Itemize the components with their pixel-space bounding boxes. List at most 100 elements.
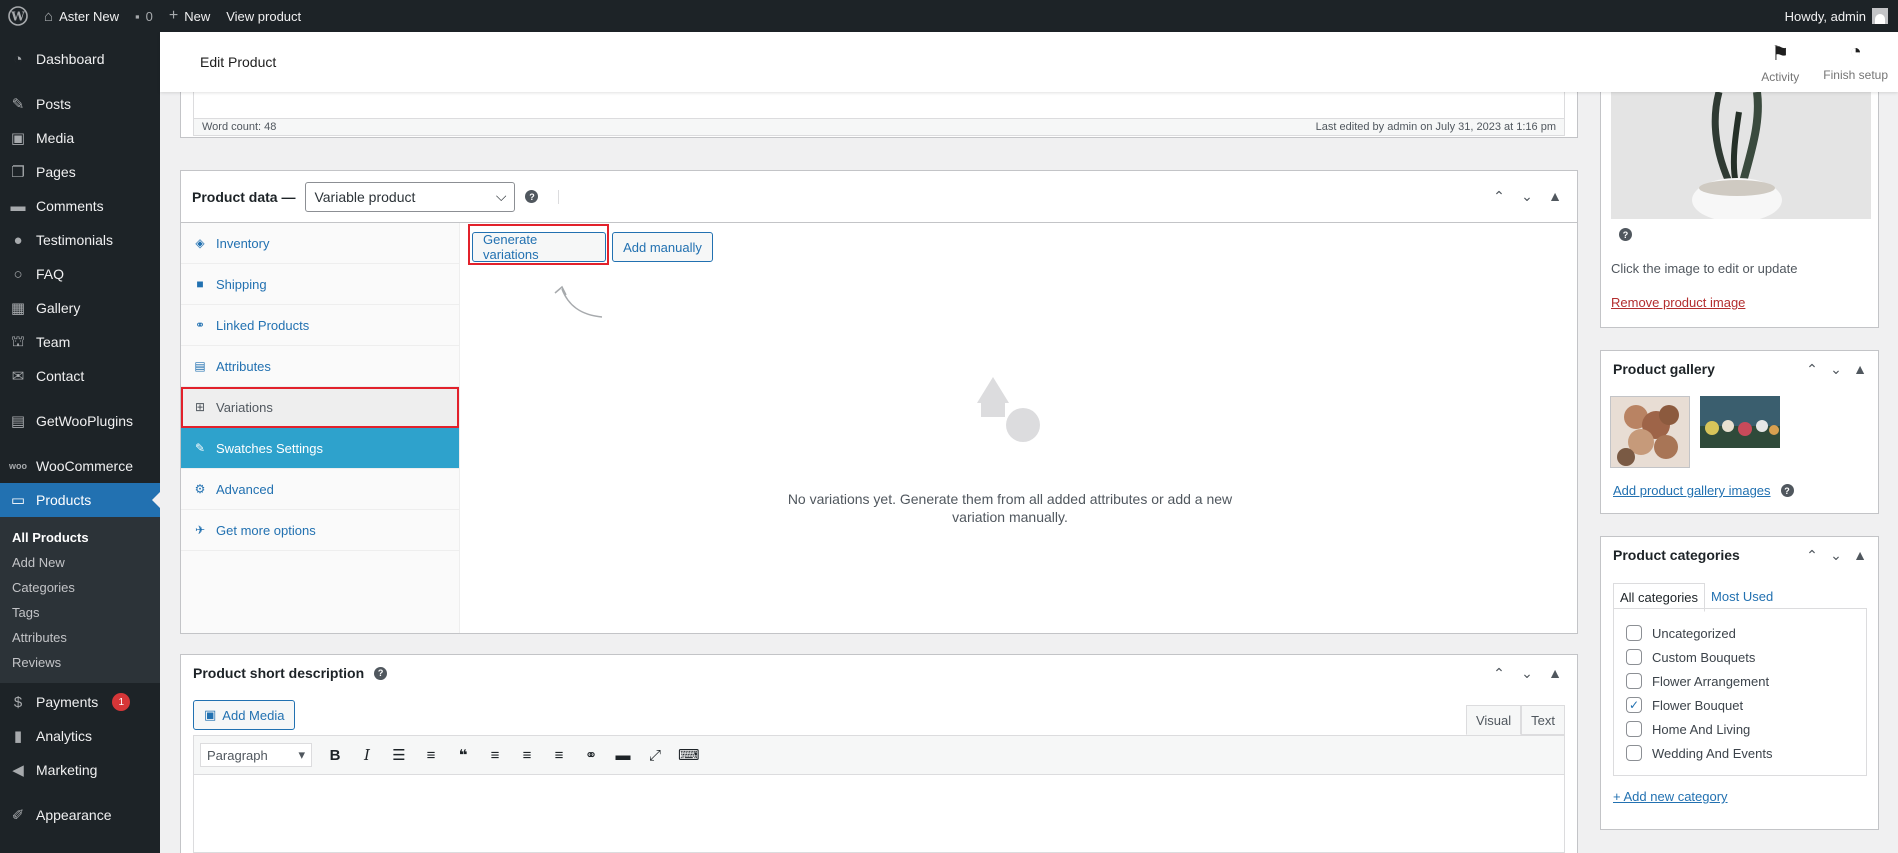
tab-shipping[interactable]: ■ Shipping (181, 264, 459, 305)
add-gallery-images-link[interactable]: Add product gallery images (1613, 483, 1771, 498)
tab-attributes[interactable]: ▤ Attributes (181, 346, 459, 387)
bold-icon[interactable]: B (326, 747, 344, 764)
account-menu[interactable]: Howdy, admin (1777, 0, 1898, 32)
menu-posts[interactable]: ✎ Posts (0, 87, 160, 121)
submenu-tags[interactable]: Tags (0, 600, 160, 625)
add-media-button[interactable]: ▣ Add Media (193, 700, 296, 730)
format-select[interactable]: Paragraph ▾ (200, 743, 312, 767)
checkbox[interactable] (1626, 673, 1642, 689)
menu-media[interactable]: ▣ Media (0, 121, 160, 155)
tab-inventory-label: Inventory (216, 235, 270, 251)
add-new-category-link[interactable]: + Add new category (1613, 789, 1728, 804)
menu-dashboard[interactable]: ◔ Dashboard (0, 42, 160, 76)
tab-variations[interactable]: ⊞ Variations (181, 387, 459, 428)
move-up-icon[interactable]: ⌃ (1802, 361, 1822, 378)
tab-visual[interactable]: Visual (1465, 705, 1522, 735)
menu-products[interactable]: ▭ Products (0, 483, 160, 517)
tab-attributes-label: Attributes (216, 358, 271, 374)
tab-advanced[interactable]: ⚙ Advanced (181, 469, 459, 510)
menu-faq[interactable]: ○ FAQ (0, 257, 160, 291)
help-icon[interactable]: ? (1619, 228, 1632, 241)
keyboard-icon[interactable]: ⌨ (678, 746, 700, 764)
list-item[interactable]: Flower Arrangement (1626, 669, 1854, 693)
menu-testimonials[interactable]: ● Testimonials (0, 223, 160, 257)
arrow-hint-icon (554, 285, 603, 318)
move-down-icon[interactable]: ⌄ (1826, 361, 1846, 378)
tab-inventory[interactable]: ◈ Inventory (181, 223, 459, 264)
menu-payments[interactable]: $ Payments 1 (0, 685, 160, 719)
site-name-link[interactable]: ⌂ Aster New (36, 0, 127, 32)
editor-content-area[interactable] (193, 92, 1565, 118)
menu-analytics[interactable]: ▮ Analytics (0, 719, 160, 753)
menu-comments[interactable]: ▬ Comments (0, 189, 160, 223)
checkbox[interactable] (1626, 649, 1642, 665)
view-product-link[interactable]: View product (218, 0, 309, 32)
tab-get-more-options[interactable]: ✈ Get more options (181, 510, 459, 551)
move-down-icon[interactable]: ⌄ (1517, 665, 1537, 682)
list-item[interactable]: Custom Bouquets (1626, 645, 1854, 669)
submenu-attributes[interactable]: Attributes (0, 625, 160, 650)
numbered-list-icon[interactable]: ≡ (422, 747, 440, 764)
submenu-reviews[interactable]: Reviews (0, 650, 160, 675)
align-right-icon[interactable]: ≡ (550, 747, 568, 764)
menu-contact[interactable]: ✉ Contact (0, 359, 160, 393)
move-down-icon[interactable]: ⌄ (1517, 188, 1537, 205)
new-content-link[interactable]: + New (161, 0, 218, 32)
tab-text[interactable]: Text (1521, 705, 1565, 735)
help-icon[interactable]: ? (525, 190, 539, 203)
media-icon: ▣ (10, 130, 26, 147)
move-up-icon[interactable]: ⌃ (1489, 665, 1509, 682)
link-icon[interactable]: ⚭ (582, 746, 600, 764)
fullscreen-icon[interactable]: ⤢ (646, 747, 664, 764)
woocommerce-icon: woo (9, 461, 27, 471)
activity-button[interactable]: ⚑ Activity (1761, 41, 1799, 84)
submenu-categories[interactable]: Categories (0, 575, 160, 600)
collapse-toggle-icon[interactable]: ▲ (1850, 547, 1870, 564)
short-description-editor[interactable] (193, 775, 1565, 853)
submenu-all-products[interactable]: All Products (0, 525, 160, 550)
list-item[interactable]: Home And Living (1626, 717, 1854, 741)
collapse-toggle-icon[interactable]: ▲ (1545, 188, 1565, 205)
checkbox[interactable] (1626, 625, 1642, 641)
menu-pages[interactable]: ❐ Pages (0, 155, 160, 189)
add-manually-button[interactable]: Add manually (612, 232, 713, 262)
tab-swatches-settings[interactable]: ✎ Swatches Settings (181, 428, 459, 469)
list-item[interactable]: ✓ Flower Bouquet (1626, 693, 1854, 717)
remove-product-image-link[interactable]: Remove product image (1611, 295, 1745, 310)
tab-linked-products[interactable]: ⚭ Linked Products (181, 305, 459, 346)
menu-woocommerce[interactable]: woo WooCommerce (0, 449, 160, 483)
generate-variations-button[interactable]: Generate variations (472, 232, 606, 262)
move-down-icon[interactable]: ⌄ (1826, 547, 1846, 564)
align-left-icon[interactable]: ≡ (486, 747, 504, 764)
checkbox-checked[interactable]: ✓ (1626, 697, 1642, 713)
wordpress-logo-icon[interactable]: W (0, 0, 36, 32)
finish-setup-button[interactable]: ◔ Finish setup (1823, 41, 1888, 84)
checkbox[interactable] (1626, 745, 1642, 761)
menu-gallery[interactable]: ▦ Gallery (0, 291, 160, 325)
product-categories-box: Product categories ⌃ ⌄ ▲ All categories … (1600, 536, 1879, 830)
menu-marketing[interactable]: ◀ Marketing (0, 753, 160, 787)
menu-appearance[interactable]: ✐ Appearance (0, 798, 160, 832)
product-type-select[interactable]: Variable product ⌵ (305, 181, 516, 212)
gallery-thumbnail[interactable] (1700, 396, 1780, 448)
move-up-icon[interactable]: ⌃ (1489, 188, 1509, 205)
list-item[interactable]: Wedding And Events (1626, 741, 1854, 765)
blockquote-icon[interactable]: ❝ (454, 746, 472, 764)
gallery-thumbnail[interactable] (1610, 396, 1690, 468)
read-more-icon[interactable]: ▬ (614, 747, 632, 764)
align-center-icon[interactable]: ≡ (518, 747, 536, 764)
menu-getwooplugins[interactable]: ▤ GetWooPlugins (0, 404, 160, 438)
collapse-toggle-icon[interactable]: ▲ (1850, 361, 1870, 378)
menu-team[interactable]: ⛫ Team (0, 325, 160, 359)
collapse-toggle-icon[interactable]: ▲ (1545, 665, 1565, 682)
bullet-list-icon[interactable]: ☰ (390, 746, 408, 764)
list-item[interactable]: Uncategorized (1626, 621, 1854, 645)
help-icon[interactable]: ? (374, 666, 388, 680)
checkbox[interactable] (1626, 721, 1642, 737)
submenu-add-new[interactable]: Add New (0, 550, 160, 575)
italic-icon[interactable]: I (358, 746, 376, 764)
help-icon[interactable]: ? (1780, 484, 1794, 497)
product-image[interactable] (1611, 92, 1871, 219)
comments-link[interactable]: ▪ 0 (127, 0, 161, 32)
move-up-icon[interactable]: ⌃ (1802, 547, 1822, 564)
